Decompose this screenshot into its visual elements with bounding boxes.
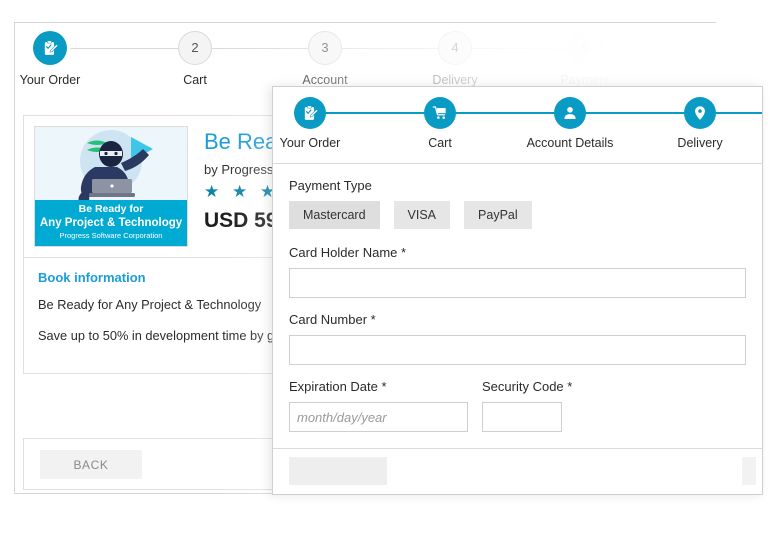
- wizard-footer: [273, 449, 762, 494]
- stepper-number: 4: [438, 31, 472, 65]
- ninja-with-laptop-illustration: [35, 127, 187, 200]
- stepper-label: Payment: [560, 73, 610, 87]
- clipboard-check-icon: [302, 105, 319, 122]
- stepper-step-cart[interactable]: 2 Cart: [135, 31, 255, 87]
- shopping-cart-icon: [432, 105, 448, 121]
- wizard-step-cart[interactable]: Cart: [380, 97, 500, 151]
- card-holder-name-input[interactable]: [289, 268, 746, 298]
- card-number-input[interactable]: [289, 335, 746, 365]
- wizard-step-circle: [684, 97, 716, 129]
- security-code-field: Security Code *: [482, 379, 573, 446]
- stepper-connector: [340, 48, 450, 49]
- stepper-number: 2: [178, 31, 212, 65]
- expiration-security-row: Expiration Date * Security Code *: [289, 379, 746, 446]
- card-holder-name-label: Card Holder Name *: [289, 245, 407, 260]
- stepper-active-circle: [33, 31, 67, 65]
- cover-line-1: Be Ready for: [78, 203, 144, 215]
- wizard-step-account-details[interactable]: Account Details: [510, 97, 630, 151]
- payment-form: Payment Type Mastercard VISA PayPal Card…: [273, 164, 762, 449]
- payment-type-visa-button[interactable]: VISA: [393, 201, 451, 229]
- expiration-date-field: Expiration Date *: [289, 379, 468, 446]
- security-code-label: Security Code *: [482, 379, 573, 394]
- book-cover-band: Be Ready for Any Project & Technology Pr…: [35, 200, 187, 246]
- wizard-step-label: Your Order: [279, 136, 341, 150]
- payment-type-paypal-button[interactable]: PayPal: [464, 201, 532, 229]
- person-icon: [562, 105, 578, 121]
- wizard-step-label: Account Details: [526, 136, 614, 150]
- card-number-label: Card Number *: [289, 312, 376, 327]
- payment-type-mastercard-button[interactable]: Mastercard: [289, 201, 380, 229]
- expiration-date-label: Expiration Date *: [289, 379, 387, 394]
- security-code-input[interactable]: [482, 402, 562, 432]
- expiration-date-input[interactable]: [289, 402, 468, 432]
- location-pin-icon: [692, 105, 708, 121]
- stepper-connector: [210, 48, 320, 49]
- stepper-label: Delivery: [432, 73, 478, 87]
- wizard-step-label: Delivery: [677, 136, 723, 150]
- stepper-step-payment[interactable]: 5 Payment: [525, 31, 645, 87]
- stepper-number: 3: [308, 31, 342, 65]
- back-button[interactable]: BACK: [40, 450, 142, 479]
- stepper-label: Cart: [183, 73, 207, 87]
- stepper-step-your-order[interactable]: Your Order: [0, 31, 110, 87]
- stepper-number: 5: [568, 31, 602, 65]
- stepper-label: Your Order: [19, 73, 81, 87]
- wizard-step-circle: [424, 97, 456, 129]
- book-cover: Be Ready for Any Project & Technology Pr…: [34, 126, 188, 247]
- cover-line-2: Any Project & Technology: [39, 217, 183, 229]
- wizard-stepper-connector: [713, 112, 762, 114]
- wizard-step-delivery[interactable]: Delivery: [640, 97, 760, 151]
- wizard-stepper: Your Order Cart Account Details Delivery: [273, 87, 762, 164]
- stepper-connector: [470, 48, 580, 49]
- payment-wizard-overlay: Your Order Cart Account Details Delivery…: [272, 86, 763, 495]
- app-root: Your Order 2 Cart 3 Account 4 Delivery 5…: [0, 0, 770, 554]
- wizard-step-circle: [294, 97, 326, 129]
- stepper-step-delivery[interactable]: 4 Delivery: [395, 31, 515, 87]
- payment-type-label: Payment Type: [289, 178, 372, 193]
- wizard-step-your-order[interactable]: Your Order: [273, 97, 370, 151]
- stepper-label: Account: [302, 73, 348, 87]
- stepper-step-account[interactable]: 3 Account: [265, 31, 385, 87]
- clipboard-check-icon: [42, 40, 59, 57]
- wizard-footer-right-button[interactable]: [742, 457, 756, 485]
- stepper-connector: [70, 48, 180, 49]
- wizard-step-circle: [554, 97, 586, 129]
- payment-type-group: Mastercard VISA PayPal: [289, 201, 746, 229]
- cover-line-3: Progress Software Corporation: [59, 231, 163, 240]
- wizard-footer-left-button[interactable]: [289, 457, 387, 485]
- wizard-step-label: Cart: [428, 136, 452, 150]
